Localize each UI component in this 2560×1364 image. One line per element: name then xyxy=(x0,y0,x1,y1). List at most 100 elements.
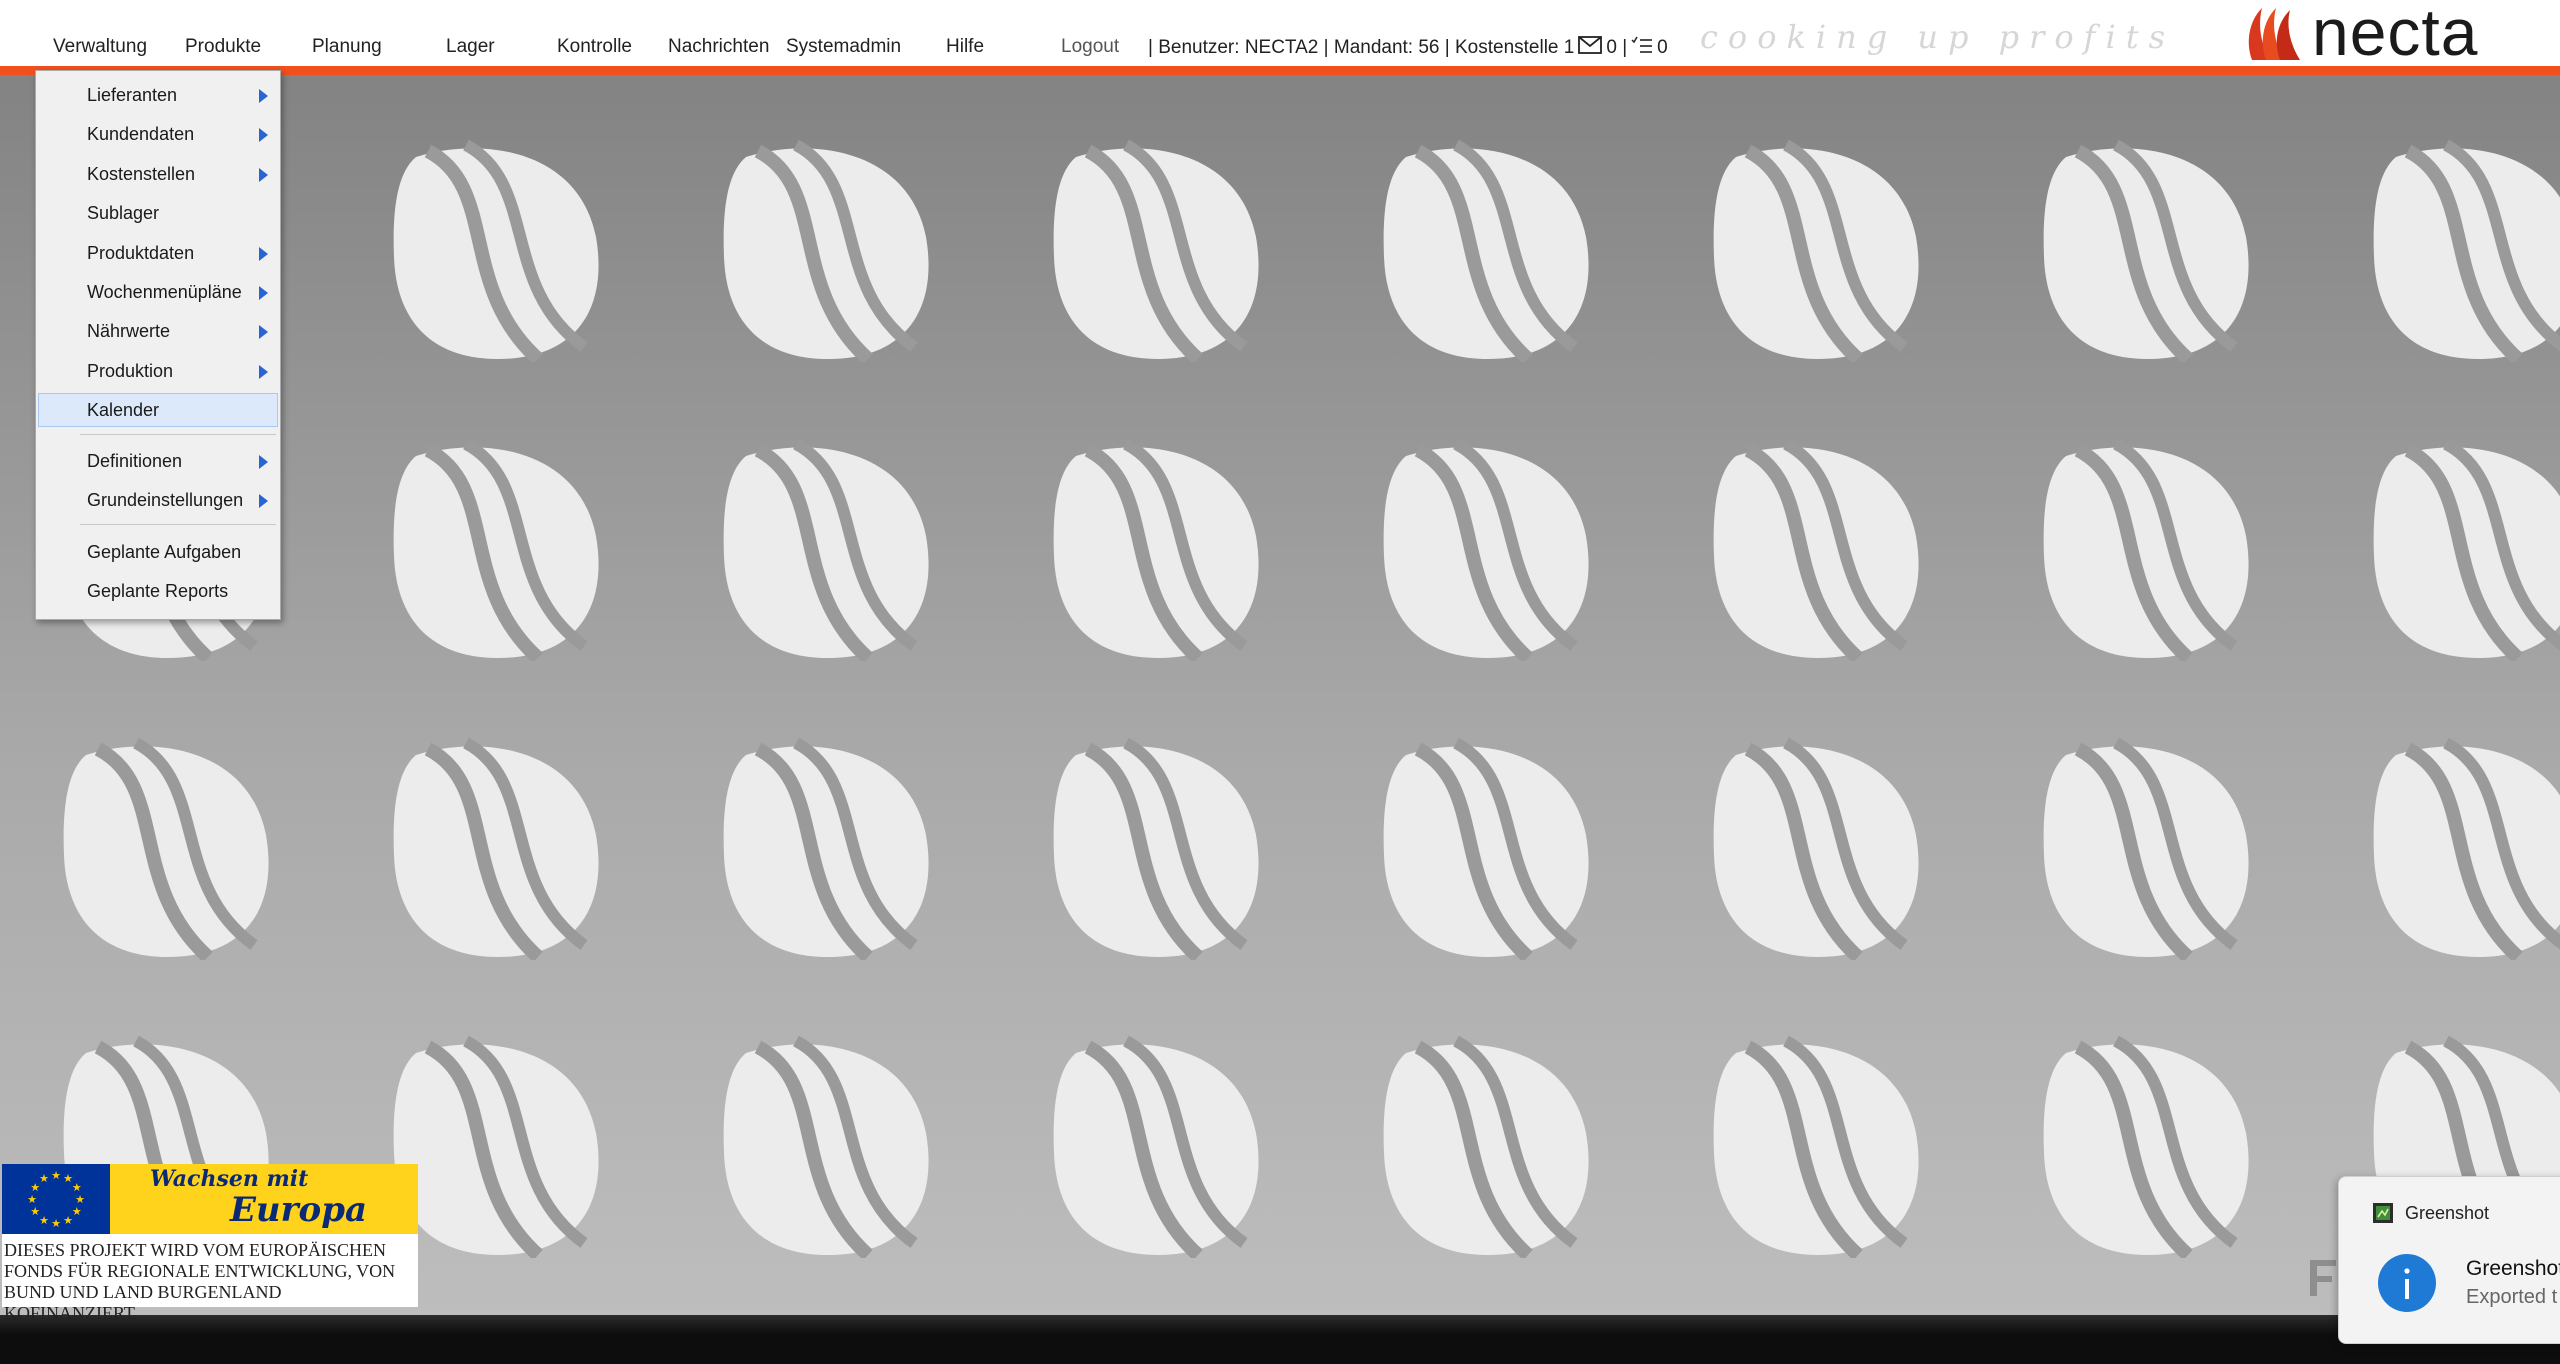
nav-lager[interactable]: Lager xyxy=(446,36,495,58)
necta-logo[interactable]: necta xyxy=(2244,0,2524,69)
submenu-arrow-icon xyxy=(259,247,268,261)
svg-text:★: ★ xyxy=(51,1169,61,1182)
slogan: cooking up profits xyxy=(1700,18,2176,56)
menu-item-geplante-reports[interactable]: Geplante Reports xyxy=(38,574,278,608)
menu-item-kostenstellen[interactable]: Kostenstellen xyxy=(38,157,278,191)
nav-hilfe[interactable]: Hilfe xyxy=(946,36,984,58)
background-leaf-icon xyxy=(1713,1035,1919,1258)
top-navigation-bar: Verwaltung Produkte Planung Lager Kontro… xyxy=(0,0,2560,69)
menu-item-label: Geplante Reports xyxy=(87,581,229,601)
background-leaf-icon xyxy=(2043,139,2249,362)
background-leaf-icon xyxy=(1713,737,1919,960)
menu-item-label: Geplante Aufgaben xyxy=(87,542,242,562)
svg-text:★: ★ xyxy=(39,1214,49,1227)
eu-title-line2: Europa xyxy=(230,1190,368,1230)
envelope-icon[interactable] xyxy=(1578,36,1603,60)
menu-separator xyxy=(80,524,276,525)
menu-item-geplante-aufgaben[interactable]: Geplante Aufgaben xyxy=(38,535,278,569)
eu-title-box: Wachsen mit Europa xyxy=(110,1164,418,1234)
background-leaf-icon xyxy=(393,1035,599,1258)
info-icon xyxy=(2378,1254,2436,1312)
menu-item-lieferanten[interactable]: Lieferanten xyxy=(38,78,278,112)
menu-item-label: Produktdaten xyxy=(87,243,195,263)
background-leaf-icon xyxy=(1053,438,1259,661)
menu-item-definitionen[interactable]: Definitionen xyxy=(38,444,278,478)
background-leaf-icon xyxy=(1713,139,1919,362)
submenu-arrow-icon xyxy=(259,89,268,103)
submenu-arrow-icon xyxy=(259,494,268,508)
background-leaf-icon xyxy=(1053,139,1259,362)
background-leaf-icon xyxy=(2043,1035,2249,1258)
background-leaf-icon xyxy=(1383,438,1589,661)
desktop-background xyxy=(0,75,2560,1315)
necta-flame-icon xyxy=(2248,8,2300,60)
nav-kontrolle[interactable]: Kontrolle xyxy=(557,36,632,58)
svg-text:★: ★ xyxy=(63,1214,73,1227)
greenshot-app-icon xyxy=(2373,1203,2393,1223)
eu-title-line1: Wachsen mit xyxy=(150,1166,309,1192)
background-leaf-icon xyxy=(63,737,269,960)
background-leaf-icon xyxy=(2373,438,2560,661)
menu-item-kundendaten[interactable]: Kundendaten xyxy=(38,117,278,151)
menu-item-label: Wochenmenüpläne xyxy=(87,282,242,302)
background-leaf-icon xyxy=(393,438,599,661)
user-info-text: | Benutzer: NECTA2 | Mandant: 56 | Koste… xyxy=(1148,37,1575,58)
menu-item-produktdaten[interactable]: Produktdaten xyxy=(38,236,278,270)
submenu-arrow-icon xyxy=(259,128,268,142)
nav-verwaltung[interactable]: Verwaltung xyxy=(53,36,147,58)
background-leaf-icon xyxy=(393,737,599,960)
toast-title: Greenshot xyxy=(2466,1257,2560,1280)
svg-text:★: ★ xyxy=(39,1172,49,1185)
menu-item-produktion[interactable]: Produktion xyxy=(38,354,278,388)
menu-item-label: Kundendaten xyxy=(87,124,195,144)
menu-item-wochenmenueplaene[interactable]: Wochenmenüpläne xyxy=(38,275,278,309)
background-leaf-icon xyxy=(1383,139,1589,362)
eu-flag-icon: ★ ★ ★ ★ ★ ★ ★ ★ ★ ★ ★ ★ xyxy=(2,1164,110,1234)
accent-line xyxy=(0,66,2560,75)
menu-item-grundeinstellungen[interactable]: Grundeinstellungen xyxy=(38,483,278,517)
eu-funding-text: DIESES PROJEKT WIRD VOM EUROPÄISCHEN FON… xyxy=(4,1240,396,1323)
menu-item-sublager[interactable]: Sublager xyxy=(38,196,278,230)
background-leaf-icon xyxy=(393,139,599,362)
toast-app-name: Greenshot xyxy=(2405,1203,2490,1223)
menu-item-kalender[interactable]: Kalender xyxy=(38,393,278,427)
partial-logo-fragment xyxy=(2310,1260,2336,1296)
background-leaf-icon xyxy=(2043,438,2249,661)
svg-text:★: ★ xyxy=(27,1193,37,1206)
background-leaf-icon xyxy=(1383,1035,1589,1258)
menu-item-label: Produktion xyxy=(87,361,174,381)
submenu-arrow-icon xyxy=(259,455,268,469)
menu-item-label: Grundeinstellungen xyxy=(87,490,244,510)
messages-count: 0 | xyxy=(1606,37,1628,58)
svg-text:★: ★ xyxy=(30,1205,40,1218)
menu-item-label: Lieferanten xyxy=(87,85,178,105)
submenu-arrow-icon xyxy=(259,325,268,339)
background-leaf-icon xyxy=(1713,438,1919,661)
nav-systemadmin[interactable]: Systemadmin xyxy=(786,36,901,58)
eu-funding-badge: ★ ★ ★ ★ ★ ★ ★ ★ ★ ★ ★ ★ Wachsen mit Europa DIESES P… xyxy=(2,1164,418,1323)
background-leaf-icon xyxy=(2373,139,2560,362)
background-leaf-icon xyxy=(1053,737,1259,960)
menu-item-label: Kostenstellen xyxy=(87,164,196,184)
logo-wordmark: necta xyxy=(2312,0,2479,69)
user-info: | Benutzer: NECTA2 | Mandant: 56 | Koste… xyxy=(1148,36,1668,60)
verwaltung-dropdown-menu: Lieferanten Kundendaten Kostenstellen Su… xyxy=(35,70,281,620)
svg-text:★: ★ xyxy=(72,1181,82,1194)
menu-item-naehrwerte[interactable]: Nährwerte xyxy=(38,314,278,348)
background-leaf-icon xyxy=(2373,737,2560,960)
submenu-arrow-icon xyxy=(259,286,268,300)
svg-text:★: ★ xyxy=(51,1217,61,1230)
background-leaf-icon xyxy=(1053,1035,1259,1258)
menu-item-label: Definitionen xyxy=(87,451,183,471)
nav-produkte[interactable]: Produkte xyxy=(185,36,261,58)
nav-nachrichten[interactable]: Nachrichten xyxy=(668,36,769,58)
menu-item-label: Sublager xyxy=(87,203,160,223)
task-list-icon[interactable] xyxy=(1631,36,1653,60)
background-leaf-icon xyxy=(723,139,929,362)
background-leaf-icon xyxy=(1383,737,1589,960)
background-leaf-icon xyxy=(723,1035,929,1258)
background-leaf-icon xyxy=(2043,737,2249,960)
logout-link[interactable]: Logout xyxy=(1061,36,1119,58)
nav-planung[interactable]: Planung xyxy=(312,36,382,58)
greenshot-notification[interactable]: Greenshot Greenshot Exported t xyxy=(2338,1176,2560,1344)
